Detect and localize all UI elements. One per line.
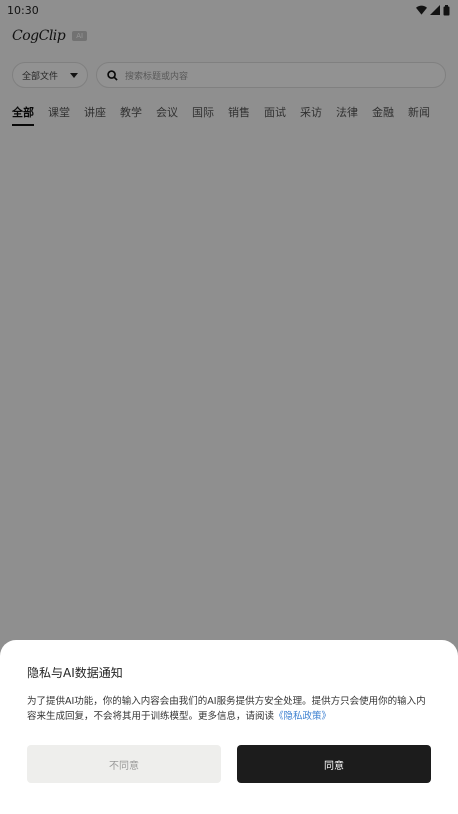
disagree-button[interactable]: 不同意 <box>27 745 221 783</box>
dialog-body-text: 为了提供AI功能，你的输入内容会由我们的AI服务提供方安全处理。提供方只会使用你… <box>27 696 426 722</box>
dialog-body: 为了提供AI功能，你的输入内容会由我们的AI服务提供方安全处理。提供方只会使用你… <box>27 694 432 724</box>
privacy-dialog: 隐私与AI数据通知 为了提供AI功能，你的输入内容会由我们的AI服务提供方安全处… <box>0 640 458 814</box>
agree-button[interactable]: 同意 <box>237 745 431 783</box>
privacy-policy-link[interactable]: 《隐私政策》 <box>274 711 331 722</box>
dialog-title: 隐私与AI数据通知 <box>27 666 123 680</box>
